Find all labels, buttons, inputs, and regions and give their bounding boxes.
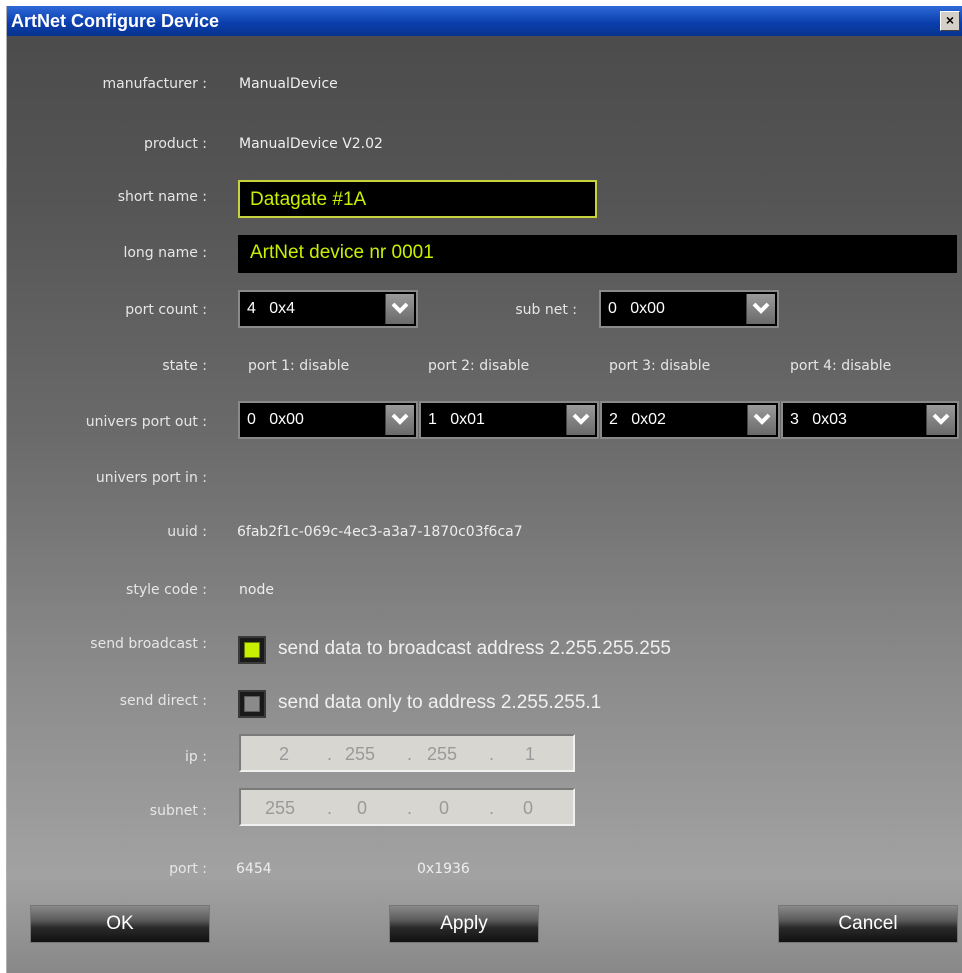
univers-out-1-value: 0 0x00 (247, 411, 304, 428)
long-name-input[interactable]: ArtNet device nr 0001 (238, 235, 957, 273)
short-name-input[interactable]: Datagate #1A (238, 180, 597, 218)
chevron-down-icon[interactable] (385, 405, 414, 435)
send-broadcast-checkbox[interactable] (238, 636, 266, 664)
port-decimal-value: 6454 (236, 861, 272, 877)
window-title: ArtNet Configure Device (11, 11, 220, 31)
send-direct-text[interactable]: send data only to address 2.255.255.1 (278, 692, 601, 714)
manufacturer-label: manufacturer : (102, 76, 207, 92)
ok-button[interactable]: OK (30, 905, 210, 943)
univers-out-2-select[interactable]: 1 0x01 (419, 401, 599, 439)
subnet-octet-4[interactable]: 0 (523, 798, 533, 819)
product-label: product : (143, 136, 207, 152)
ip-octet-4[interactable]: 1 (525, 744, 535, 765)
ip-dot: . (327, 744, 333, 764)
state-label: state : (162, 358, 207, 374)
univers-out-3-select[interactable]: 2 0x02 (600, 401, 780, 439)
subnet-dot: . (327, 798, 333, 818)
long-name-label: long name : (123, 245, 207, 261)
port-1-state: port 1: disable (248, 358, 350, 374)
send-direct-label: send direct : (119, 693, 207, 709)
apply-button[interactable]: Apply (389, 905, 539, 943)
ip-dot: . (407, 744, 413, 764)
port-label: port : (169, 861, 207, 877)
chevron-down-icon[interactable] (746, 294, 775, 324)
univers-port-out-label: univers port out : (85, 414, 207, 430)
long-name-value: ArtNet device nr 0001 (250, 242, 434, 263)
port-count-value: 4 0x4 (247, 300, 296, 317)
close-button[interactable]: × (940, 11, 960, 31)
sub-net-select[interactable]: 0 0x00 (599, 290, 779, 328)
short-name-value: Datagate #1A (250, 189, 367, 210)
ip-label: ip : (185, 749, 207, 765)
port-2-state: port 2: disable (428, 358, 530, 374)
univers-port-in-label: univers port in : (95, 470, 207, 486)
ip-octet-1[interactable]: 2 (279, 744, 289, 765)
uuid-value: 6fab2f1c-069c-4ec3-a3a7-1870c03f6ca7 (237, 524, 523, 540)
check-mark-icon (244, 642, 260, 658)
subnet-octet-1[interactable]: 255 (265, 798, 295, 819)
port-3-state: port 3: disable (609, 358, 711, 374)
ip-address-input[interactable]: 2 . 255 . 255 . 1 (239, 734, 575, 772)
cancel-button[interactable]: Cancel (778, 905, 958, 943)
sub-net-label: sub net : (515, 302, 577, 318)
subnet-mask-input[interactable]: 255 . 0 . 0 . 0 (239, 788, 575, 826)
chevron-down-icon[interactable] (566, 405, 595, 435)
send-broadcast-label: send broadcast : (90, 636, 207, 652)
ip-octet-3[interactable]: 255 (427, 744, 457, 765)
subnet-dot: . (489, 798, 495, 818)
univers-out-2-value: 1 0x01 (428, 411, 485, 428)
close-icon: × (945, 12, 955, 28)
subnet-dot: . (407, 798, 413, 818)
univers-out-4-value: 3 0x03 (790, 411, 847, 428)
uuid-label: uuid : (167, 524, 207, 540)
title-bar[interactable]: ArtNet Configure Device × (7, 6, 962, 36)
short-name-label: short name : (117, 189, 207, 205)
univers-out-4-select[interactable]: 3 0x03 (781, 401, 959, 439)
port-count-label: port count : (125, 302, 207, 318)
ip-dot: . (489, 744, 495, 764)
univers-out-1-select[interactable]: 0 0x00 (238, 401, 418, 439)
sub-net-value: 0 0x00 (608, 300, 665, 317)
port-4-state: port 4: disable (790, 358, 892, 374)
chevron-down-icon[interactable] (926, 405, 955, 435)
configure-device-window: ArtNet Configure Device × manufacturer :… (6, 6, 962, 973)
style-code-label: style code : (126, 582, 207, 598)
univers-out-3-value: 2 0x02 (609, 411, 666, 428)
ip-octet-2[interactable]: 255 (345, 744, 375, 765)
send-direct-checkbox[interactable] (238, 690, 266, 718)
subnet-octet-2[interactable]: 0 (357, 798, 367, 819)
checkbox-empty-icon (244, 696, 260, 712)
subnet-octet-3[interactable]: 0 (439, 798, 449, 819)
subnet-label: subnet : (149, 803, 207, 819)
manufacturer-value: ManualDevice (239, 76, 338, 92)
port-hex-value: 0x1936 (417, 861, 470, 877)
style-code-value: node (239, 582, 274, 598)
send-broadcast-text[interactable]: send data to broadcast address 2.255.255… (278, 638, 671, 660)
chevron-down-icon[interactable] (747, 405, 776, 435)
product-value: ManualDevice V2.02 (239, 136, 383, 152)
